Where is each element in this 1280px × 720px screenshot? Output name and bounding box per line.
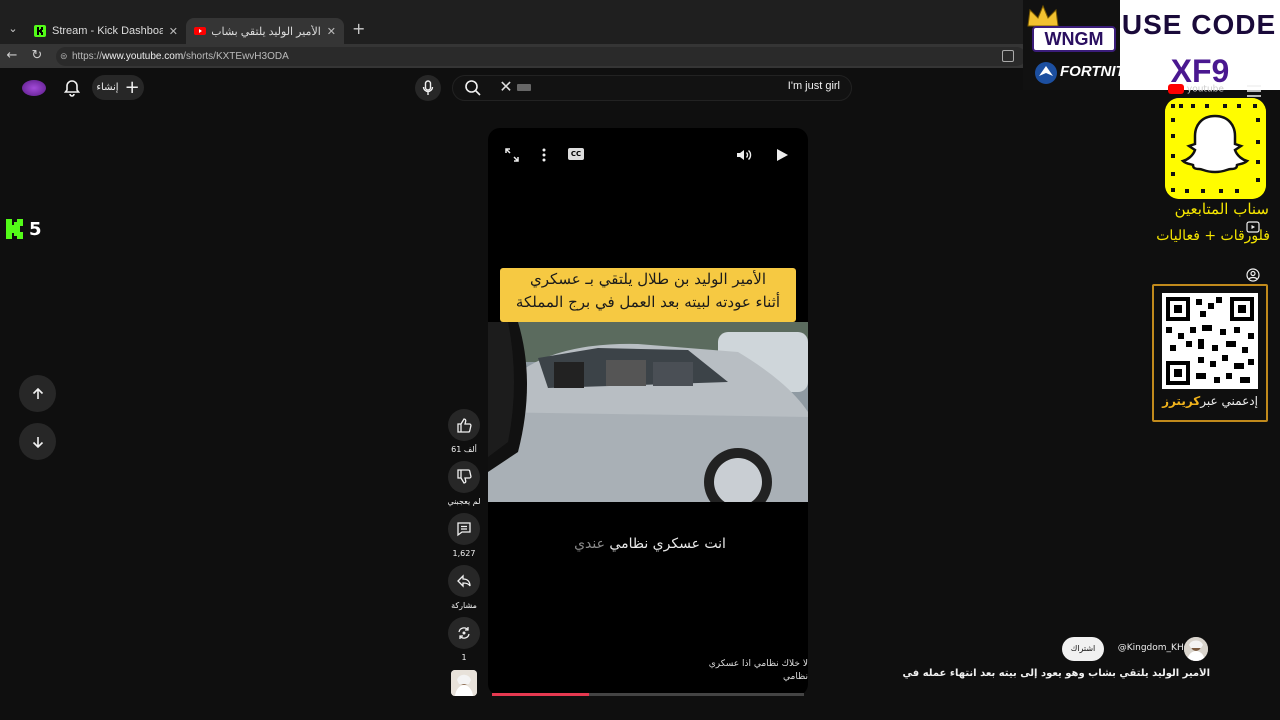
keyboard-icon[interactable] <box>517 84 531 91</box>
next-short-button[interactable] <box>19 423 56 460</box>
close-tab-icon[interactable]: ✕ <box>327 25 336 38</box>
microphone-icon <box>422 80 434 95</box>
video-frame-car <box>488 322 808 502</box>
url-prefix: https:// <box>72 51 103 62</box>
share-label: مشاركة <box>451 601 477 610</box>
notifications-bell-icon[interactable] <box>62 78 82 98</box>
video-library-icon[interactable] <box>1246 220 1260 234</box>
video-subtitle: انت عسكري نظامي عندي <box>520 536 780 556</box>
thumbs-down-icon <box>457 469 472 484</box>
kick-icon <box>34 25 46 37</box>
remix-button[interactable] <box>448 617 480 649</box>
fullscreen-icon[interactable] <box>503 146 521 164</box>
site-info-icon[interactable]: ⊜ <box>60 47 68 66</box>
volume-icon[interactable] <box>735 146 753 164</box>
tab-search-chevron-icon[interactable]: ⌄ <box>4 20 22 38</box>
subscribe-button[interactable]: اشتراك <box>1062 637 1104 661</box>
progress-fill <box>492 693 589 696</box>
reload-icon[interactable]: ↻ <box>29 48 45 64</box>
share-button[interactable] <box>448 565 480 597</box>
search-input[interactable]: I'm just girl <box>640 80 840 96</box>
comment-icon <box>457 522 471 537</box>
qr-support-text: إدعمني عبركريترز <box>1156 394 1264 414</box>
comment-line-2: ي <box>690 684 808 688</box>
sound-thumbnail[interactable] <box>451 670 477 696</box>
caption-line-2: أثناء عودته لبيته بعد العمل في برج الممل… <box>515 293 781 311</box>
snap-followers-title: سناب المتابعين <box>1174 200 1269 218</box>
dislike-button[interactable] <box>448 461 480 493</box>
comments-button[interactable] <box>448 513 480 545</box>
fortnite-logo: FORTNITE <box>1060 63 1135 80</box>
arrow-down-icon <box>32 436 43 448</box>
thumbs-up-icon <box>457 418 472 433</box>
caption-line-1: الأمير الوليد بن طلال يلتقي بـ عسكري <box>530 270 766 288</box>
qr-code-icon <box>1162 293 1258 389</box>
video-caption-banner: الأمير الوليد بن طلال يلتقي بـ عسكري أثن… <box>500 268 796 322</box>
kick-count: 5 <box>29 218 42 240</box>
channel-logo-icon[interactable] <box>22 80 46 96</box>
captions-icon[interactable]: CC <box>568 148 584 160</box>
clear-search-icon[interactable]: ✕ <box>498 78 514 96</box>
create-button[interactable]: إنشاء + <box>92 75 144 100</box>
promo-use-code: USE CODE <box>1121 9 1277 40</box>
install-app-icon[interactable] <box>1002 50 1014 62</box>
remix-icon <box>458 627 470 639</box>
comment-line-1: لا خلاك نظامي اذا عسكري نظامي <box>708 659 808 682</box>
rocket-league-icon <box>1035 62 1057 84</box>
youtube-icon <box>194 27 206 35</box>
qr-text-highlight: كريترز <box>1162 394 1201 408</box>
remix-count: 1 <box>461 653 467 662</box>
kick-viewer-badge: 5 <box>6 218 46 240</box>
play-icon[interactable] <box>773 146 791 164</box>
channel-handle[interactable]: @Kingdom_KHC <box>1108 643 1190 655</box>
new-tab-button[interactable]: + <box>352 20 368 40</box>
qr-text-main: إدعمني عبر <box>1200 394 1258 408</box>
url-domain: www.youtube.com <box>102 51 184 62</box>
url-path: /shorts/KXTEwvH3ODA <box>183 51 289 62</box>
search-icon[interactable] <box>464 79 482 97</box>
wngm-logo: WNGM <box>1032 26 1116 52</box>
back-icon[interactable]: ← <box>4 48 20 64</box>
close-tab-icon[interactable]: ✕ <box>169 25 178 38</box>
voice-search-button[interactable] <box>415 75 441 101</box>
youtube-mini-logo: youtube <box>1168 84 1236 98</box>
create-label: إنشاء <box>96 82 119 93</box>
subtitle-main: انت عسكري نظامي <box>604 536 726 552</box>
tab-kick-dashboard[interactable]: Stream - Kick Dashboard ✕ <box>26 18 186 44</box>
previous-short-button[interactable] <box>19 375 56 412</box>
tab-title: Stream - Kick Dashboard <box>52 25 163 37</box>
address-bar[interactable]: ⊜ https://www.youtube.com/shorts/KXTEwvH… <box>56 47 1026 66</box>
tab-youtube-short[interactable]: الأمير الوليد يلتقي بشاب وهو يعود إ ✕ <box>186 18 344 44</box>
overlay-comment: لا خلاك نظامي اذا عسكري نظامي ي <box>690 658 808 688</box>
subtitle-faded: عندي <box>574 536 605 552</box>
video-title[interactable]: الأمير الوليد يلتقي بشاب وهو يعود إلى بي… <box>900 668 1210 684</box>
like-count: 61 ألف <box>451 445 477 454</box>
dislike-label: لم يعجبني <box>447 497 481 506</box>
share-icon <box>457 574 471 588</box>
arrow-up-icon <box>32 387 43 399</box>
comments-count: 1,627 <box>452 549 476 558</box>
snapchat-qr-icon <box>1165 98 1266 199</box>
plus-icon: + <box>124 76 140 98</box>
more-options-icon[interactable] <box>535 146 553 164</box>
youtube-mini-text: youtube <box>1186 84 1224 95</box>
channel-avatar[interactable] <box>1184 637 1208 661</box>
account-icon[interactable] <box>1246 268 1260 282</box>
hamburger-menu-icon[interactable] <box>1246 84 1262 98</box>
like-button[interactable] <box>448 409 480 441</box>
kick-icon <box>6 219 23 239</box>
tab-title: الأمير الوليد يلتقي بشاب وهو يعود إ <box>212 25 321 38</box>
